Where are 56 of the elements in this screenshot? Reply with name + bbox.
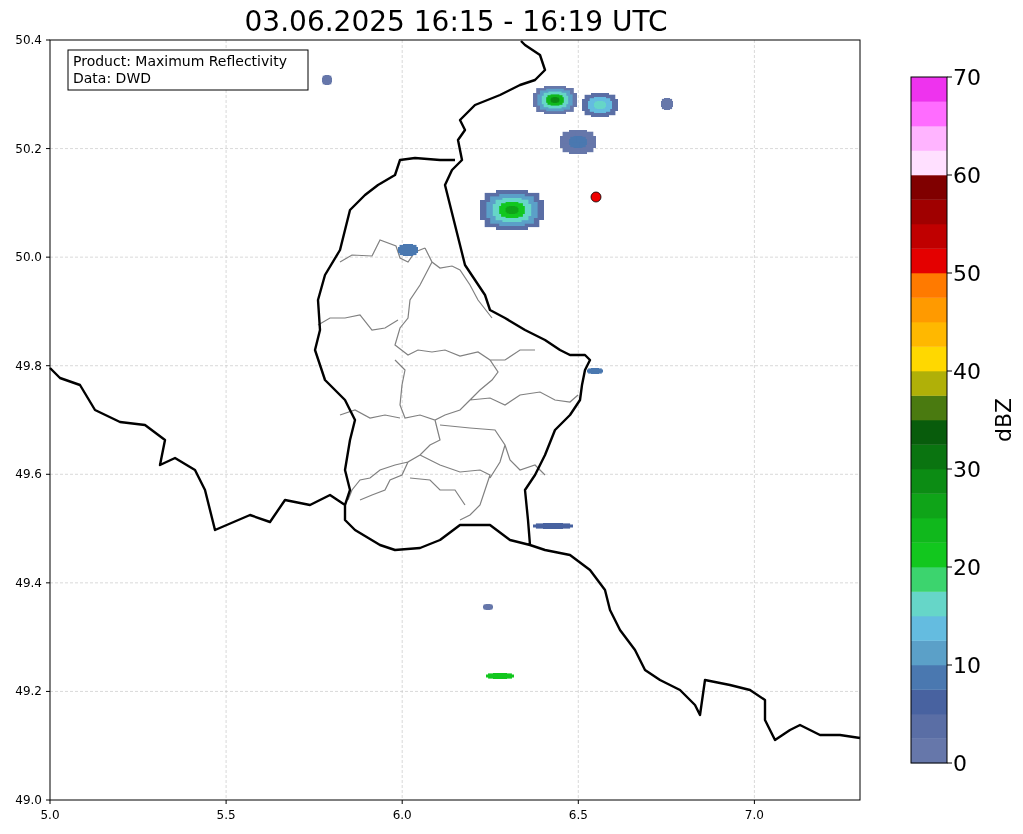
tick-mark: [45, 473, 51, 475]
colorbar-label: dBZ: [991, 397, 1016, 443]
radar-echo-drawing: [533, 523, 573, 529]
tick-mark: [45, 582, 51, 584]
radar-echo-drawing: [480, 190, 544, 230]
tick-label: 6.0: [392, 808, 412, 822]
tick-label: 7.0: [744, 808, 764, 822]
tick-mark: [225, 799, 227, 805]
radar-echo-drawing: [587, 368, 603, 374]
tick-label: 49.2: [15, 684, 42, 699]
colorbar-tick-label: 40: [953, 359, 981, 384]
tick-mark: [946, 664, 953, 666]
radar-echo-drawing: [582, 93, 618, 117]
tick-label: 5.0: [40, 808, 60, 822]
chart-title: 03.06.2025 16:15 - 16:19 UTC: [244, 5, 668, 38]
tick-label: 49.8: [15, 358, 42, 373]
tick-label: 49.6: [15, 467, 42, 482]
tick-label: 50.0: [15, 250, 42, 265]
tick-label: 49.4: [15, 575, 42, 590]
info-text: Product: Maximum Reflectivity: [73, 53, 287, 69]
tick-mark: [45, 148, 51, 150]
tick-mark: [946, 272, 953, 274]
colorbar-tick-label: 30: [953, 457, 981, 482]
tick-mark: [753, 799, 755, 805]
radar-site-marker: [590, 191, 602, 203]
colorbar-tick-label: 60: [953, 163, 981, 188]
tick-mark: [401, 799, 403, 805]
tick-mark: [45, 39, 51, 41]
colorbar-tick-label: 20: [953, 555, 981, 580]
tick-label: 49.0: [15, 793, 42, 807]
info-text: Data: DWD: [73, 70, 151, 86]
radar-echo-drawing: [533, 86, 577, 114]
radar-echo-drawing: [661, 98, 673, 110]
tick-mark: [946, 174, 953, 176]
tick-mark: [45, 365, 51, 367]
tick-mark: [45, 256, 51, 258]
radar-echo-drawing: [483, 604, 493, 610]
colorbar-tick-label: 50: [953, 261, 981, 286]
tick-mark: [946, 762, 953, 764]
tick-label: 50.2: [15, 141, 42, 156]
tick-mark: [946, 566, 953, 568]
tick-label: 50.4: [15, 33, 42, 47]
colorbar-tick-label: 10: [953, 653, 981, 678]
tick-mark: [577, 799, 579, 805]
tick-label: 6.5: [568, 808, 588, 822]
radar-echo-drawing: [322, 75, 332, 85]
tick-mark: [45, 690, 51, 692]
radar-echo-drawing: [486, 673, 514, 679]
colorbar-tick-label: 0: [953, 751, 967, 776]
radar-echo-drawing: [560, 130, 596, 154]
radar-echo-drawing: [398, 244, 418, 256]
tick-mark: [946, 468, 953, 470]
tick-mark: [946, 76, 953, 78]
tick-mark: [946, 370, 953, 372]
tick-label: 5.5: [216, 808, 236, 822]
colorbar-tick-label: 70: [953, 65, 981, 90]
